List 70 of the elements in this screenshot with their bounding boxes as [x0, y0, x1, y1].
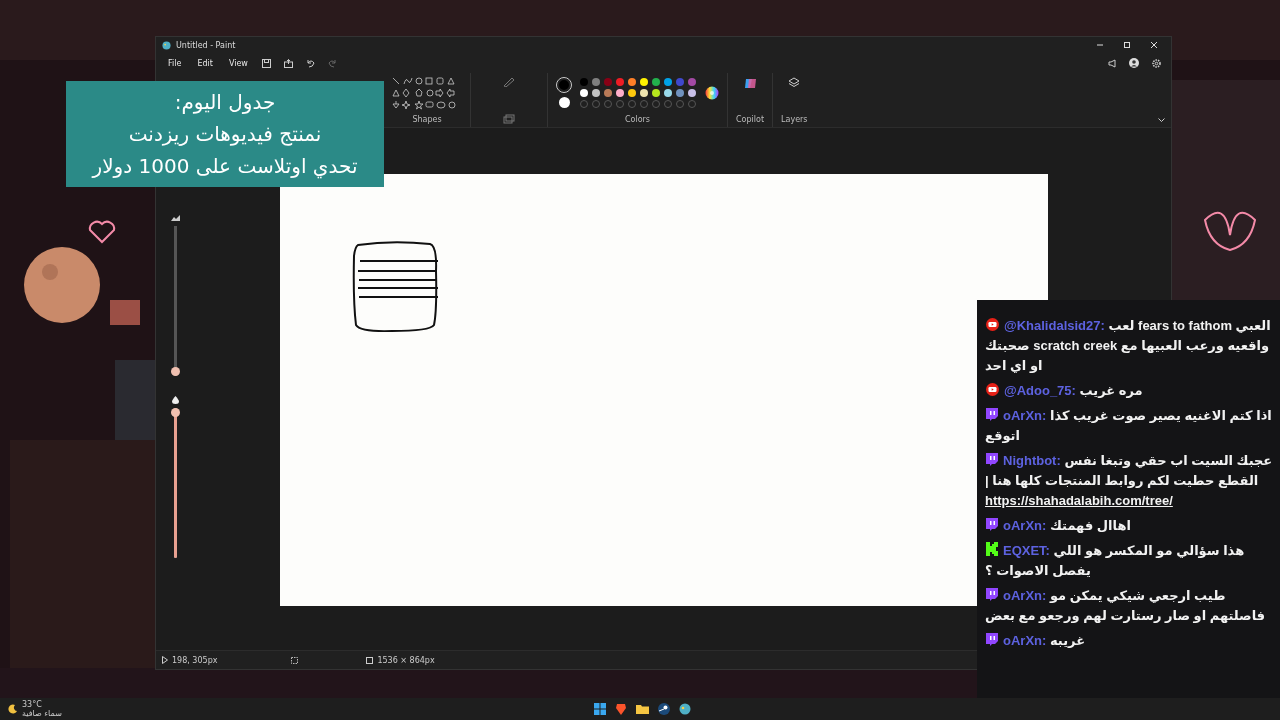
video-play-icon: [985, 318, 1000, 331]
maximize-icon[interactable]: [1123, 41, 1131, 49]
group-label: Layers: [781, 115, 808, 124]
color-swatch[interactable]: [688, 77, 696, 86]
color-swatch[interactable]: [628, 77, 636, 86]
color-swatch[interactable]: [640, 77, 648, 86]
temperature: 33°C: [22, 700, 43, 709]
color-swatch[interactable]: [652, 77, 660, 86]
menu-item[interactable]: View: [222, 56, 254, 70]
group-label: Colors: [624, 115, 651, 124]
menu-item[interactable]: Edit: [191, 56, 219, 70]
chat-bubble-icon: [985, 452, 999, 466]
color-swatch[interactable]: [616, 77, 624, 86]
copilot-icon[interactable]: [743, 77, 757, 90]
menu-item[interactable]: File: [162, 56, 188, 70]
chat-link[interactable]: https://shahadalabih.com/tree/: [985, 491, 1274, 511]
chat-bubble-icon: [985, 587, 999, 601]
chat-bubble-icon: [985, 632, 999, 646]
current-color-swatch[interactable]: [556, 77, 572, 93]
color-swatch[interactable]: [664, 88, 672, 97]
color-swatch[interactable]: [580, 77, 588, 86]
moon-icon: [8, 704, 18, 714]
letter-k-icon: [985, 542, 999, 556]
color-swatch[interactable]: [604, 77, 612, 86]
window-title: Untitled - Paint: [176, 40, 236, 50]
video-play-icon: [985, 383, 1000, 396]
color-swatch[interactable]: [604, 88, 612, 97]
color-swatch[interactable]: [676, 77, 684, 86]
minimize-icon[interactable]: [1096, 41, 1104, 49]
vertical-slider[interactable]: [171, 226, 180, 376]
color-swatch[interactable]: [676, 88, 684, 97]
palette-icon: [162, 40, 171, 50]
color-swatch[interactable]: [592, 88, 600, 97]
color-swatch[interactable]: [652, 88, 660, 97]
vertical-slider[interactable]: [171, 408, 180, 558]
windows-start-icon[interactable]: [594, 703, 606, 715]
color-swatch[interactable]: [580, 88, 588, 97]
color-swatch[interactable]: [628, 88, 636, 97]
canvas-size-icon: [366, 656, 374, 664]
close-icon[interactable]: [1150, 41, 1158, 49]
schedule-line: جدول اليوم:: [174, 89, 276, 116]
palette-icon[interactable]: [679, 703, 691, 715]
water-drop-icon: [171, 396, 180, 404]
canvas-size: 1536 × 864px: [377, 655, 435, 665]
color-swatch[interactable]: [592, 77, 600, 86]
layers-icon[interactable]: [788, 77, 801, 89]
schedule-line: نمنتج فيديوهات ريزدنت: [128, 121, 322, 148]
color-swatch[interactable]: [640, 88, 648, 97]
group-label: Shapes: [412, 115, 442, 124]
layers-stack-icon[interactable]: [503, 114, 515, 124]
chat-bubble-icon: [985, 517, 999, 531]
selection-icon: [291, 656, 299, 664]
pointer-icon: [162, 656, 168, 664]
schedule-line: تحدي اوتلاست على 1000 دولار: [92, 153, 358, 181]
color-swatch[interactable]: [664, 77, 672, 86]
chat-bubble-icon: [985, 407, 999, 421]
folder-icon[interactable]: [636, 703, 649, 715]
current-color-swatch[interactable]: [558, 97, 570, 108]
group-label: Copilot: [736, 115, 765, 124]
steam-icon[interactable]: [658, 703, 670, 715]
slider-thumb[interactable]: [171, 408, 180, 417]
color-swatch[interactable]: [616, 88, 624, 97]
cursor-position: 198, 305px: [172, 655, 218, 665]
color-swatch[interactable]: [688, 88, 696, 97]
brush-outline-icon[interactable]: [503, 77, 515, 87]
chevron-down-icon[interactable]: [1158, 118, 1165, 123]
weather-text: سماء صافية: [22, 709, 62, 718]
mountain-icon: [171, 214, 180, 222]
color-wheel-icon[interactable]: [705, 85, 719, 100]
slider-thumb[interactable]: [171, 367, 180, 376]
